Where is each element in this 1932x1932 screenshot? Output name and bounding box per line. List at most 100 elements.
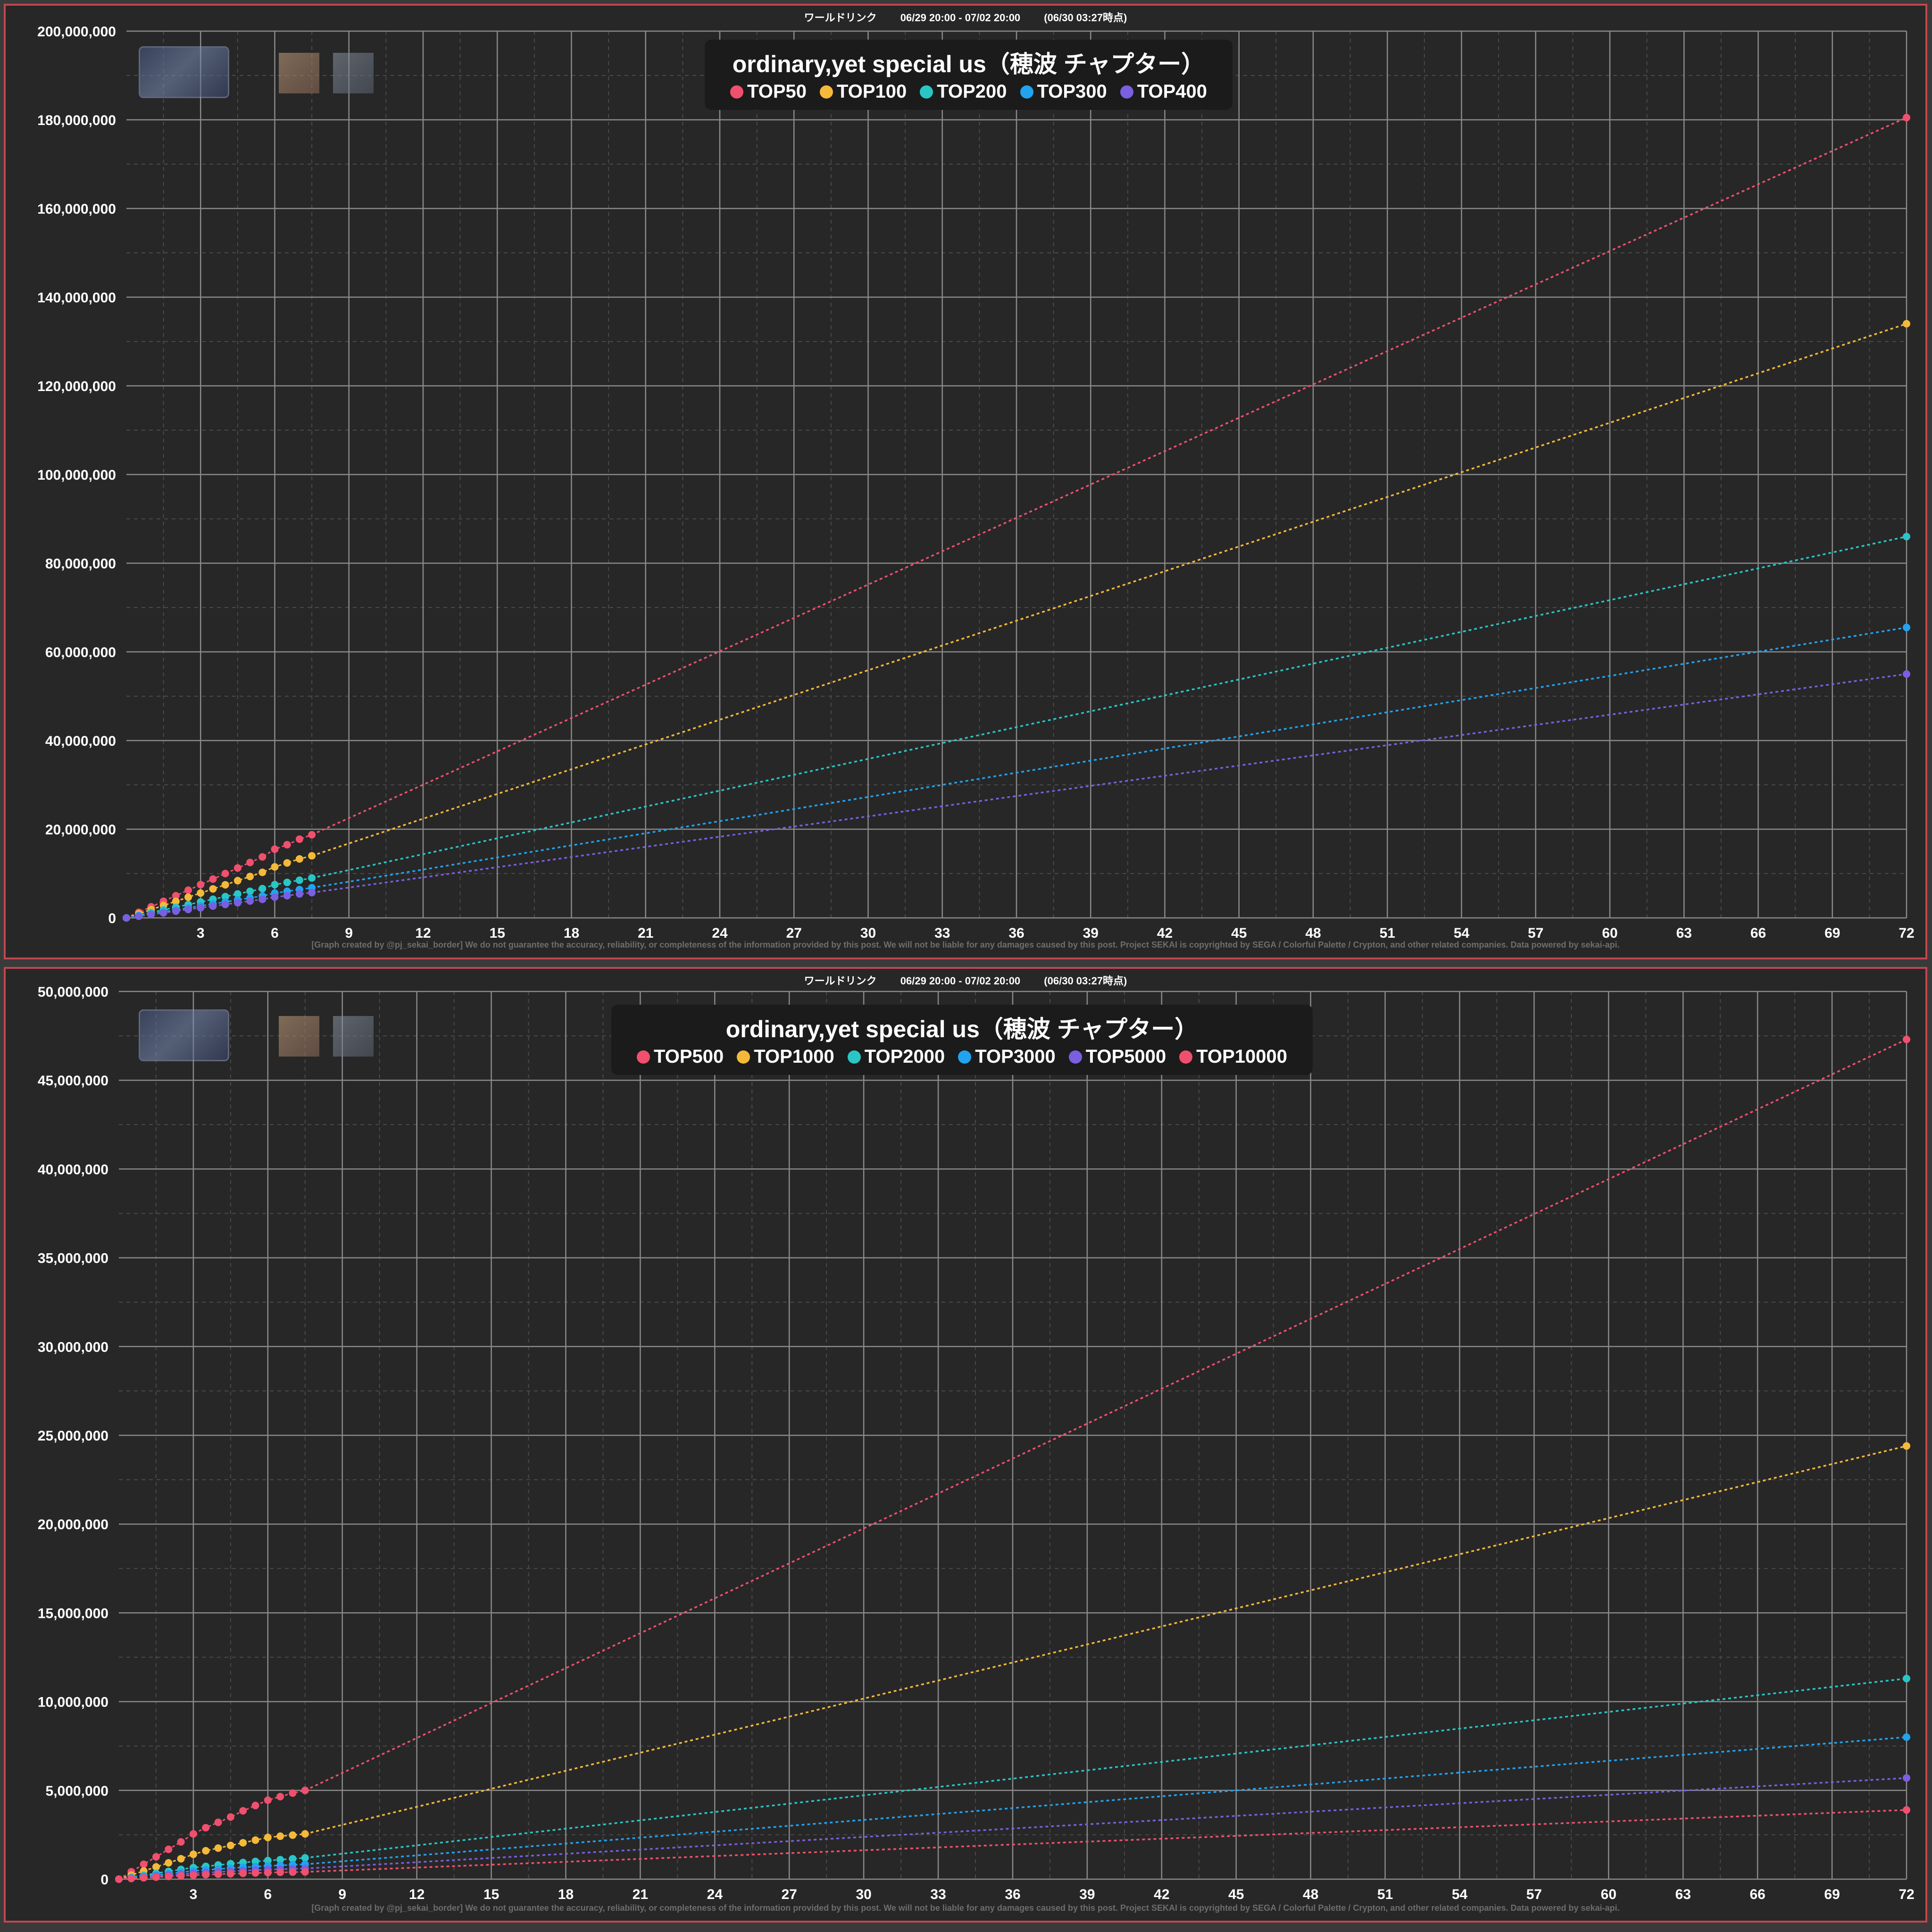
x-tick-label: 18 [564,925,579,941]
data-point [301,1868,309,1876]
y-tick-label: 60,000,000 [45,645,116,660]
data-point [226,1870,234,1878]
x-tick-label: 51 [1377,1887,1393,1902]
x-tick-label: 69 [1824,1887,1840,1902]
data-point [152,1873,160,1881]
data-point [283,878,291,886]
projection-line [305,1039,1907,1791]
legend-item: TOP500 [637,1046,724,1067]
projection-point [1903,1674,1910,1682]
legend-item: TOP2000 [847,1046,945,1067]
x-tick-label: 3 [190,1887,198,1902]
data-point [246,873,254,881]
x-tick-label: 30 [856,1887,871,1902]
data-point [209,875,217,883]
y-tick-label: 10,000,000 [38,1695,108,1710]
x-tick-label: 33 [930,1887,946,1902]
x-tick-label: 63 [1675,1887,1691,1902]
x-tick-label: 54 [1452,1887,1468,1902]
y-tick-label: 160,000,000 [37,201,116,217]
legend-item: TOP3000 [958,1046,1056,1067]
x-tick-label: 57 [1526,1887,1542,1902]
y-tick-label: 100,000,000 [37,467,116,483]
projection-point [1903,1774,1910,1782]
legend-dot [730,85,743,99]
data-point [233,899,242,907]
chart-panel-bottom: ワールドリンク 06/29 20:00 - 07/02 20:00 (06/30… [4,967,1927,1923]
character-card-image [279,53,319,93]
data-point [239,1839,247,1847]
legend-dot [1120,85,1133,99]
data-point [147,910,155,918]
y-tick-label: 80,000,000 [45,556,116,572]
data-point [202,1871,210,1879]
legend-item: TOP50 [730,81,807,102]
data-point [202,1824,210,1832]
grid [126,30,1907,919]
data-point [251,1869,259,1877]
chart-panel-top: ワールドリンク 06/29 20:00 - 07/02 20:00 (06/30… [4,4,1927,959]
data-point [214,1844,222,1852]
data-point [197,889,205,897]
legend-label: TOP400 [1137,81,1207,102]
data-point [221,881,229,889]
data-point [209,902,217,910]
data-point [233,864,242,872]
x-tick-label: 24 [712,925,728,941]
data-point [226,1841,234,1849]
character-card-image [333,53,374,93]
legend-dot [1179,1050,1193,1064]
data-point [271,863,279,871]
data-point [246,858,254,866]
x-tick-label: 21 [638,925,653,941]
projection-line [305,1445,1907,1835]
data-point [251,1801,259,1809]
x-tick-label: 48 [1303,1887,1318,1902]
x-tick-label: 69 [1824,925,1840,941]
legend-dot [1068,1050,1082,1064]
data-point [140,1860,148,1868]
projection-point [1903,670,1910,678]
data-point [289,1868,297,1876]
grid [119,991,1907,1880]
data-point [140,1874,148,1882]
legend-dot [958,1050,972,1064]
y-tick-label: 15,000,000 [38,1606,108,1621]
data-point [246,897,254,905]
x-tick-label: 15 [490,925,505,941]
x-tick-label: 6 [271,925,279,941]
x-tick-label: 45 [1228,1887,1244,1902]
data-point [189,1830,197,1838]
x-tick-label: 66 [1750,925,1766,941]
x-tick-label: 54 [1454,925,1470,941]
x-tick-label: 72 [1899,925,1914,941]
x-tick-label: 21 [633,1887,648,1902]
data-point [301,1830,309,1838]
projection-point [1903,320,1910,328]
y-tick-label: 200,000,000 [37,24,116,40]
data-point [276,1868,284,1876]
chart-title: ordinary,yet special us（穂波 チャプター） [725,1016,1199,1042]
y-tick-label: 35,000,000 [38,1251,108,1266]
data-point [308,874,316,882]
data-point [209,885,217,893]
disclaimer-footer: [Graph created by @pj_sekai_border] We d… [311,940,1620,949]
legend-item: TOP100 [820,81,907,102]
projection-point [1903,114,1910,122]
data-point [283,892,291,899]
data-point [246,887,254,895]
x-tick-label: 42 [1157,925,1173,941]
data-point [197,881,205,889]
projection-line [305,1736,1907,1865]
data-point [127,1874,135,1882]
data-point [221,900,229,908]
legend-dot [847,1050,861,1064]
x-tick-label: 6 [264,1887,272,1902]
legend-label: TOP50 [747,81,807,102]
legend-label: TOP100 [837,81,907,102]
x-tick-label: 45 [1231,925,1247,941]
legend-dot [1020,85,1033,99]
data-point [308,852,316,860]
data-point [115,1875,123,1883]
x-tick-label: 66 [1749,1887,1765,1902]
